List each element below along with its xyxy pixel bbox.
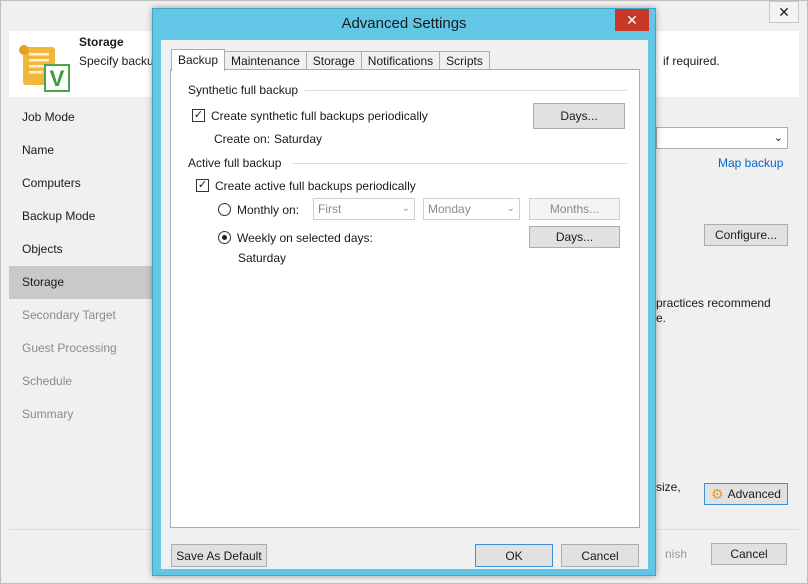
close-icon: ✕ [778, 3, 790, 20]
monthly-week-value: First [318, 202, 342, 216]
active-full-group-label: Active full backup [188, 156, 282, 170]
wizard-step-description-tail: if required. [663, 54, 720, 68]
nav-item-job-mode[interactable]: Job Mode [9, 101, 159, 134]
wizard-steps-nav: Job Mode Name Computers Backup Mode Obje… [9, 101, 159, 431]
dialog-close-button[interactable]: ✕ [615, 9, 649, 31]
nav-item-secondary-target: Secondary Target [22, 308, 116, 322]
dialog-body: Backup Maintenance Storage Notifications… [161, 40, 648, 569]
synthetic-days-button[interactable]: Days... [533, 103, 625, 129]
backup-tab-panel: Synthetic full backup ✓ Create synthetic… [170, 69, 640, 528]
dialog-cancel-button[interactable]: Cancel [561, 544, 639, 567]
advanced-button-label: Advanced [727, 487, 781, 501]
close-icon: ✕ [626, 11, 638, 28]
tab-backup[interactable]: Backup [171, 49, 226, 71]
wizard-step-description: Specify backu [79, 54, 154, 68]
weekly-days-value: Saturday [238, 251, 287, 265]
ok-button[interactable]: OK [475, 544, 553, 567]
scroll-checkmark-icon: V [19, 45, 70, 92]
practices-note: practices recommend e. [656, 296, 771, 326]
weekly-radio-label[interactable]: Weekly on selected days: [237, 231, 373, 245]
checkmark-icon: ✓ [193, 109, 204, 121]
monthly-radio[interactable] [218, 203, 231, 216]
nav-item-computers[interactable]: Computers [9, 167, 159, 200]
monthly-day-select[interactable]: Monday ⌄ [423, 198, 520, 220]
group-divider [305, 90, 627, 91]
nav-item-guest-processing: Guest Processing [22, 341, 117, 355]
size-note: size, [656, 480, 681, 494]
advanced-settings-dialog: Advanced Settings ✕ Backup Maintenance S… [152, 8, 656, 576]
wizard-cancel-button[interactable]: Cancel [711, 543, 787, 565]
tab-scripts[interactable]: Scripts [439, 51, 490, 71]
group-divider [293, 163, 627, 164]
nav-item-objects[interactable]: Objects [9, 233, 159, 266]
nav-item-summary: Summary [22, 407, 74, 421]
weekly-radio[interactable] [218, 231, 231, 244]
gear-icon: ⚙ [711, 486, 724, 502]
practices-note-line: practices recommend [656, 296, 771, 310]
tab-strip: Backup Maintenance Storage Notifications… [171, 49, 490, 71]
create-on-label: Create on: [214, 132, 271, 146]
chevron-down-icon: ⌄ [401, 203, 410, 214]
tab-storage[interactable]: Storage [305, 51, 362, 71]
chevron-down-icon: ⌄ [773, 132, 783, 144]
practices-note-line: e. [656, 311, 667, 325]
synthetic-group-label: Synthetic full backup [188, 83, 299, 97]
nav-item-storage[interactable]: Storage [9, 266, 159, 299]
chevron-down-icon: ⌄ [506, 203, 515, 214]
monthly-day-value: Monday [428, 202, 471, 216]
wizard-close-button[interactable]: ✕ [769, 1, 799, 23]
active-full-checkbox-label[interactable]: Create active full backups periodically [215, 179, 416, 193]
active-full-checkbox[interactable]: ✓ [196, 179, 209, 192]
synthetic-checkbox-label[interactable]: Create synthetic full backups periodical… [211, 109, 428, 123]
configure-button[interactable]: Configure... [704, 224, 788, 246]
create-on-value: Saturday [274, 132, 323, 146]
repository-select[interactable]: ⌄ [656, 127, 788, 149]
advanced-button[interactable]: ⚙ Advanced [704, 483, 788, 505]
nav-item-schedule: Schedule [22, 374, 73, 388]
nav-item-backup-mode[interactable]: Backup Mode [9, 200, 159, 233]
svg-text:V: V [50, 66, 65, 91]
synthetic-checkbox[interactable]: ✓ [192, 109, 205, 122]
monthly-week-select[interactable]: First ⌄ [313, 198, 415, 220]
wizard-step-title: Storage [79, 35, 124, 49]
save-as-default-button[interactable]: Save As Default [171, 544, 267, 567]
monthly-radio-label[interactable]: Monthly on: [237, 203, 299, 217]
months-button[interactable]: Months... [529, 198, 620, 220]
nav-item-name[interactable]: Name [9, 134, 159, 167]
map-backup-link[interactable]: Map backup [718, 156, 783, 170]
active-full-days-button[interactable]: Days... [529, 226, 620, 248]
tab-notifications[interactable]: Notifications [360, 51, 441, 71]
checkmark-icon: ✓ [197, 179, 208, 191]
tab-maintenance[interactable]: Maintenance [224, 51, 307, 71]
dialog-title: Advanced Settings [341, 15, 467, 32]
